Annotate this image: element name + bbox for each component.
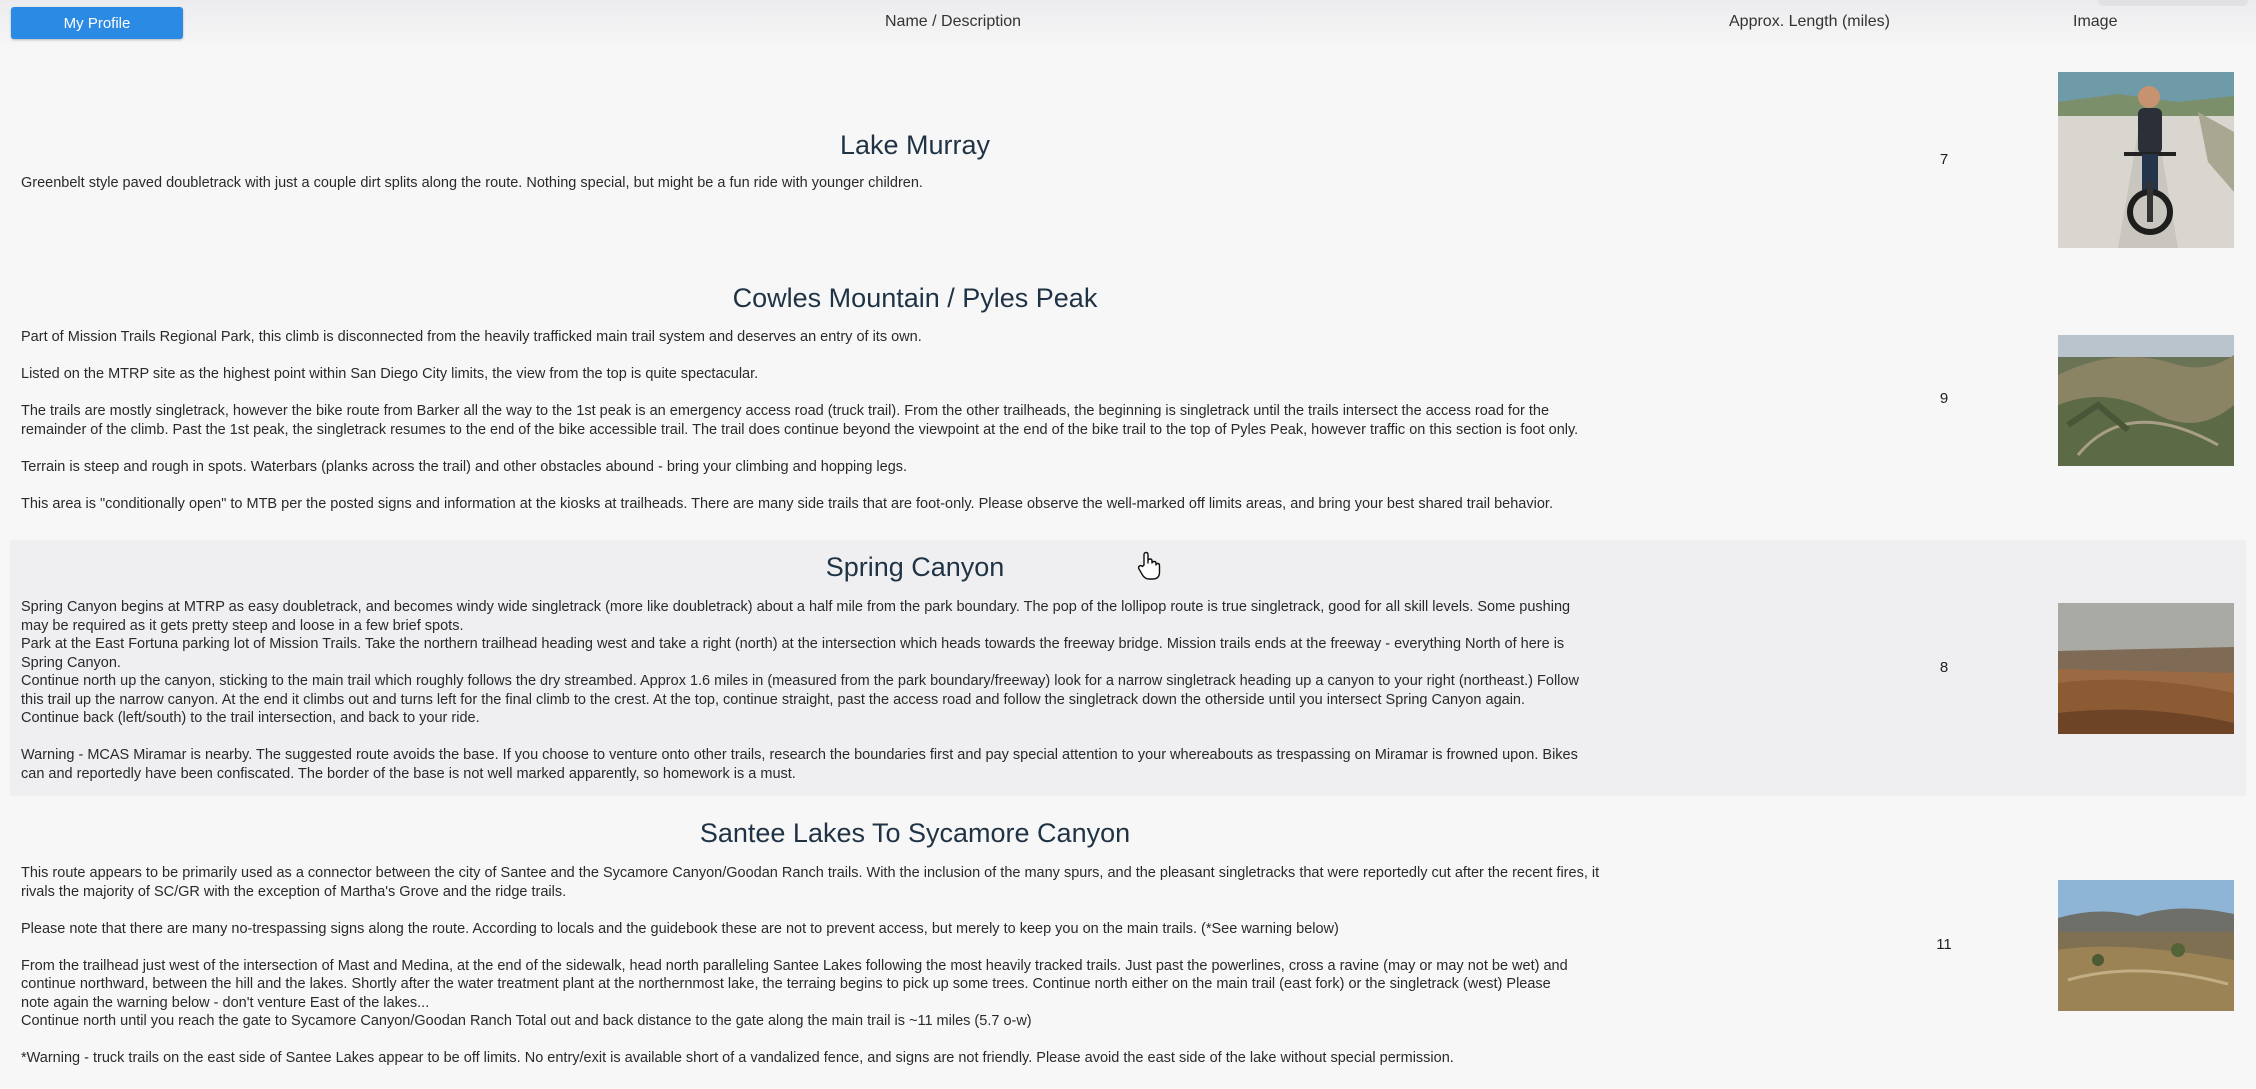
trail-length: 9	[1939, 390, 1949, 407]
column-header-length: Approx. Length (miles)	[1729, 13, 1890, 30]
trail-title: Cowles Mountain / Pyles Peak	[732, 283, 1098, 313]
hand-cursor-icon	[1137, 551, 1161, 586]
description-paragraph: *Warning - truck trails on the east side…	[21, 1050, 1454, 1066]
header-corner-decoration	[2098, 0, 2248, 6]
photo-icon	[2058, 880, 2234, 1011]
description-paragraph: This area is "conditionally open" to MTB…	[21, 495, 1553, 512]
trail-length: 11	[1936, 936, 1952, 953]
description-paragraph: Spring Canyon begins at MTRP as easy dou…	[21, 599, 1579, 726]
trail-title: Santee Lakes To Sycamore Canyon	[699, 818, 1131, 848]
trail-photo[interactable]	[2058, 335, 2234, 466]
trail-row-spring-canyon[interactable]: Spring Canyon Spring Canyon begins at MT…	[10, 540, 2246, 796]
trail-title: Lake Murray	[839, 130, 991, 160]
trail-description: Spring Canyon begins at MTRP as easy dou…	[21, 598, 1821, 802]
description-paragraph: Greenbelt style paved doubletrack with j…	[21, 175, 923, 191]
trail-photo[interactable]	[2058, 880, 2234, 1011]
trail-description: Greenbelt style paved doubletrack with j…	[21, 174, 1821, 211]
trail-description: This route appears to be primarily used …	[21, 864, 1821, 1086]
trail-row-lake-murray[interactable]: Lake Murray Greenbelt style paved double…	[10, 62, 2246, 272]
trail-row-cowles-mountain[interactable]: Cowles Mountain / Pyles Peak Part of Mis…	[10, 272, 2246, 540]
description-paragraph: From the trailhead just west of the inte…	[21, 957, 1568, 1030]
trail-length: 8	[1939, 659, 1949, 676]
trail-description: Part of Mission Trails Regional Park, th…	[21, 328, 1821, 532]
table-header: My Profile Name / Description Approx. Le…	[0, 0, 2256, 46]
photo-icon	[2058, 335, 2234, 466]
photo-icon	[2058, 72, 2234, 248]
column-header-name: Name / Description	[885, 13, 1022, 30]
column-header-image: Image	[2073, 13, 2118, 30]
description-paragraph: Warning - MCAS Miramar is nearby. The su…	[21, 747, 1578, 782]
description-paragraph: Listed on the MTRP site as the highest p…	[21, 366, 759, 382]
trail-photo[interactable]	[2058, 72, 2234, 248]
description-paragraph: Please note that there are many no-tresp…	[21, 920, 1339, 937]
trail-photo[interactable]	[2058, 603, 2234, 734]
description-paragraph: This route appears to be primarily used …	[21, 865, 1600, 900]
trail-length: 7	[1939, 151, 1949, 168]
trail-row-santee-lakes[interactable]: Santee Lakes To Sycamore Canyon This rou…	[10, 806, 2246, 1089]
trail-title: Spring Canyon	[825, 552, 1005, 582]
my-profile-button[interactable]: My Profile	[11, 7, 183, 39]
description-paragraph: The trails are mostly singletrack, howev…	[21, 403, 1579, 438]
description-paragraph: Part of Mission Trails Regional Park, th…	[21, 329, 922, 345]
photo-icon	[2058, 603, 2234, 734]
description-paragraph: Terrain is steep and rough in spots. Wat…	[21, 458, 908, 475]
